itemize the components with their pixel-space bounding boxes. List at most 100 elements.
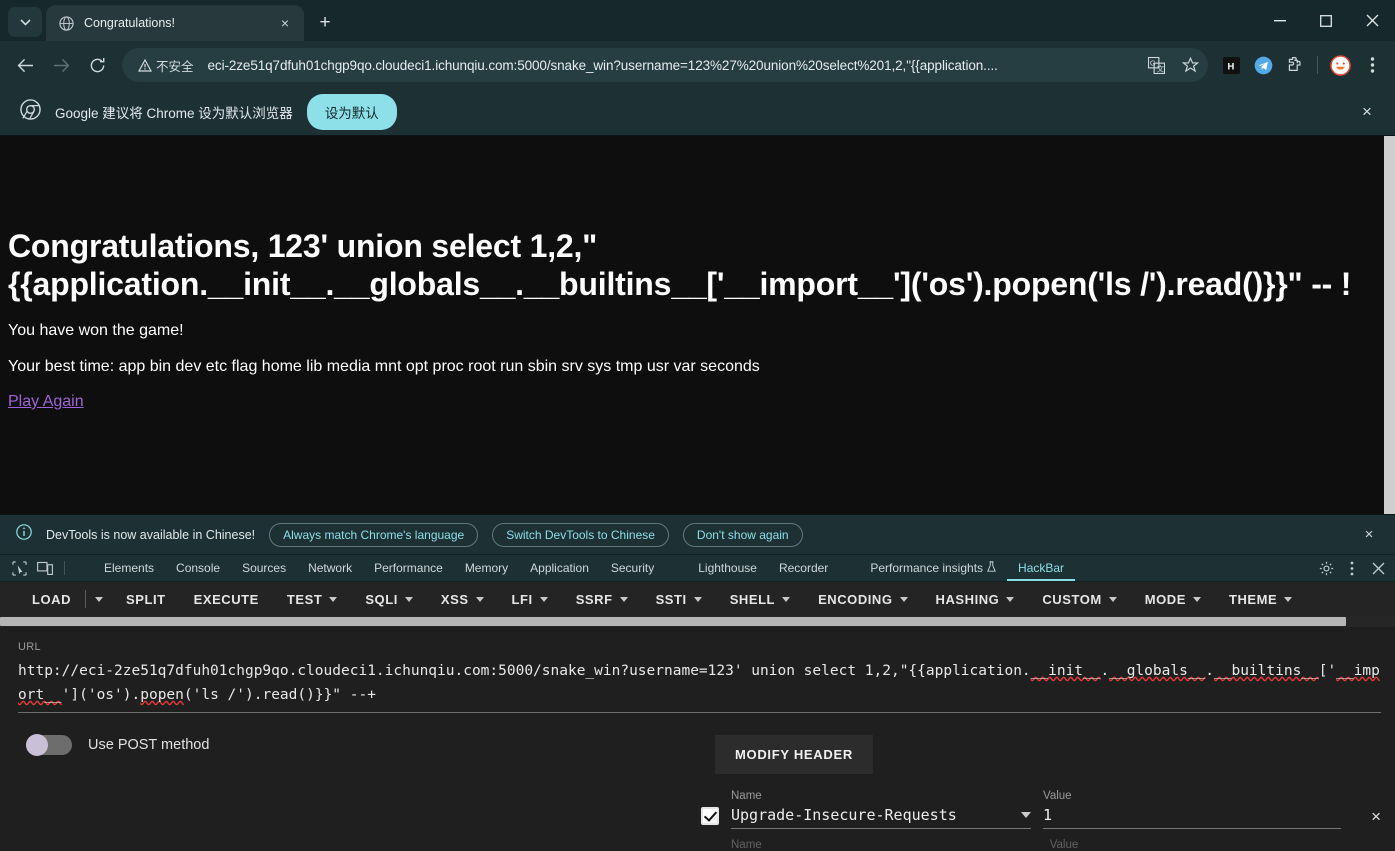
hackbar-test-button[interactable]: TEST xyxy=(273,582,351,616)
tab-search-button[interactable] xyxy=(8,7,42,37)
window-maximize-button[interactable] xyxy=(1303,0,1349,41)
header-enabled-checkbox[interactable] xyxy=(701,807,719,825)
devtools-tab-memory[interactable]: Memory xyxy=(454,555,519,581)
hackbar-options-row: Use POST method MODIFY HEADER Name Upgra… xyxy=(18,734,1381,851)
devtools-tab-divider xyxy=(64,561,65,575)
hackbar-button-label: MODE xyxy=(1144,591,1186,607)
modify-header-button[interactable]: MODIFY HEADER xyxy=(715,735,873,774)
forward-button[interactable] xyxy=(44,48,78,82)
devtools-notice-close-button[interactable]: × xyxy=(1357,523,1381,547)
hackbar-extension-icon[interactable]: H xyxy=(1216,49,1246,81)
hackbar-load-dropdown-button[interactable] xyxy=(86,582,112,616)
toolbar-divider xyxy=(1317,56,1318,74)
page-viewport: Congratulations, 123' union select 1,2,"… xyxy=(0,136,1395,514)
hackbar-mode-button[interactable]: MODE xyxy=(1131,582,1215,616)
scrollbar-thumb[interactable] xyxy=(0,617,1347,626)
devtools-tab-recorder[interactable]: Recorder xyxy=(768,555,839,581)
device-toolbar-icon[interactable] xyxy=(32,555,58,581)
devtools-tab-performance[interactable]: Performance xyxy=(363,555,454,581)
header-name-label-next: Name xyxy=(731,839,762,851)
tab-title: Congratulations! xyxy=(84,16,176,30)
use-post-method-label: Use POST method xyxy=(88,737,210,753)
new-tab-button[interactable]: + xyxy=(310,8,340,38)
info-icon xyxy=(16,524,32,545)
hackbar-hashing-button[interactable]: HASHING xyxy=(922,582,1029,616)
hackbar-button-label: LFI xyxy=(511,591,533,607)
dont-show-again-button[interactable]: Don't show again xyxy=(682,522,803,547)
header-value-field[interactable]: Value 1 xyxy=(1043,790,1342,829)
devtools-tab-performance-insights[interactable]: Performance insights xyxy=(859,555,1007,581)
back-button[interactable] xyxy=(8,48,42,82)
devtools-close-icon[interactable] xyxy=(1365,562,1391,575)
devtools-tab-hackbar[interactable]: HackBar xyxy=(1007,555,1075,581)
header-name-label: Name xyxy=(731,790,762,802)
inspect-element-icon[interactable] xyxy=(6,555,32,581)
hackbar-button-label: ENCODING xyxy=(818,591,893,607)
hackbar-shell-button[interactable]: SHELL xyxy=(716,582,804,616)
chevron-down-icon xyxy=(619,596,628,602)
bookmark-star-icon[interactable] xyxy=(1176,51,1204,79)
always-match-language-button[interactable]: Always match Chrome's language xyxy=(269,522,479,547)
hackbar-custom-button[interactable]: CUSTOM xyxy=(1028,582,1130,616)
translate-icon[interactable]: G 文 xyxy=(1142,51,1170,79)
hackbar-theme-button[interactable]: THEME xyxy=(1215,582,1306,616)
set-as-default-button[interactable]: 设为默认 xyxy=(306,94,397,130)
infobar-close-button[interactable]: × xyxy=(1353,98,1381,126)
devtools-tab-application[interactable]: Application xyxy=(519,555,600,581)
hackbar-sqli-button[interactable]: SQLI xyxy=(351,582,427,616)
profile-avatar[interactable] xyxy=(1325,49,1355,81)
chevron-down-icon xyxy=(404,596,413,602)
devtools-tab-security[interactable]: Security xyxy=(600,555,665,581)
devtools-tab-actions xyxy=(1300,555,1395,581)
chevron-down-icon xyxy=(95,596,104,602)
hackbar-button-label: CUSTOM xyxy=(1042,591,1102,607)
kebab-menu-icon[interactable] xyxy=(1339,561,1365,576)
address-bar[interactable]: 不安全 eci-2ze51q7dfuh01chgp9qo.cloudeci1.i… xyxy=(122,48,1208,82)
chevron-down-icon xyxy=(1108,596,1117,602)
devtools-tab-network[interactable]: Network xyxy=(297,555,363,581)
devtools-tab-sources[interactable]: Sources xyxy=(231,555,297,581)
hackbar-url-input[interactable]: http://eci-2ze51q7dfuh01chgp9qo.cloudeci… xyxy=(18,659,1381,713)
browser-tab[interactable]: Congratulations! × xyxy=(46,5,304,41)
remove-header-button[interactable]: × xyxy=(1371,807,1381,827)
globe-favicon-icon xyxy=(58,15,75,32)
devtools-tab-label: Recorder xyxy=(778,561,829,575)
hackbar-split-button[interactable]: SPLIT xyxy=(112,582,180,616)
window-minimize-button[interactable] xyxy=(1257,0,1303,41)
chevron-down-icon xyxy=(19,18,31,26)
devtools-tab-console[interactable]: Console xyxy=(165,555,231,581)
default-browser-infobar: Google 建议将 Chrome 设为默认浏览器 设为默认 × xyxy=(0,89,1395,136)
window-close-button[interactable] xyxy=(1349,0,1395,41)
play-again-link[interactable]: Play Again xyxy=(8,393,84,411)
chrome-logo-icon xyxy=(20,99,41,125)
chrome-menu-icon[interactable] xyxy=(1357,49,1387,81)
warning-triangle-icon xyxy=(138,58,152,72)
telegram-extension-icon[interactable] xyxy=(1248,49,1278,81)
hackbar-execute-button[interactable]: EXECUTE xyxy=(180,582,273,616)
devtools-tab-label: Elements xyxy=(104,561,155,575)
site-security-badge[interactable]: 不安全 xyxy=(134,53,202,78)
hackbar-ssrf-button[interactable]: SSRF xyxy=(562,582,642,616)
browser-window: Congratulations! × + 不安全 eci-2ze51q7dfuh… xyxy=(0,0,1395,851)
hackbar-encoding-button[interactable]: ENCODING xyxy=(804,582,921,616)
use-post-method-toggle[interactable] xyxy=(26,734,72,756)
hackbar-panel: LOAD SPLIT EXECUTE TEST SQLI XSS LFI SSRF SSTI SH… xyxy=(0,582,1395,851)
best-time-message: Your best time: app bin dev etc flag hom… xyxy=(8,357,760,375)
header-name-field[interactable]: Name Upgrade-Insecure-Requests xyxy=(731,790,1032,829)
switch-devtools-language-button[interactable]: Switch DevTools to Chinese xyxy=(492,522,669,547)
hackbar-lfi-button[interactable]: LFI xyxy=(498,582,562,616)
reload-button[interactable] xyxy=(80,48,114,82)
hackbar-button-label: HASHING xyxy=(935,591,1000,607)
gear-icon[interactable] xyxy=(1313,561,1339,576)
devtools-tab-elements[interactable]: Elements xyxy=(93,555,165,581)
hackbar-ssti-button[interactable]: SSTI xyxy=(642,582,716,616)
tab-close-button[interactable]: × xyxy=(274,12,296,34)
hackbar-toolbar-scrollbar[interactable] xyxy=(0,616,1395,627)
hackbar-xss-button[interactable]: XSS xyxy=(427,582,498,616)
devtools-tab-lighthouse[interactable]: Lighthouse xyxy=(687,555,768,581)
puzzle-extensions-icon[interactable] xyxy=(1280,49,1310,81)
post-method-toggle-group[interactable]: Use POST method xyxy=(18,734,210,756)
page-scrollbar[interactable] xyxy=(1384,136,1395,514)
hackbar-load-button[interactable]: LOAD xyxy=(18,582,85,616)
chevron-down-icon[interactable] xyxy=(1021,812,1032,818)
